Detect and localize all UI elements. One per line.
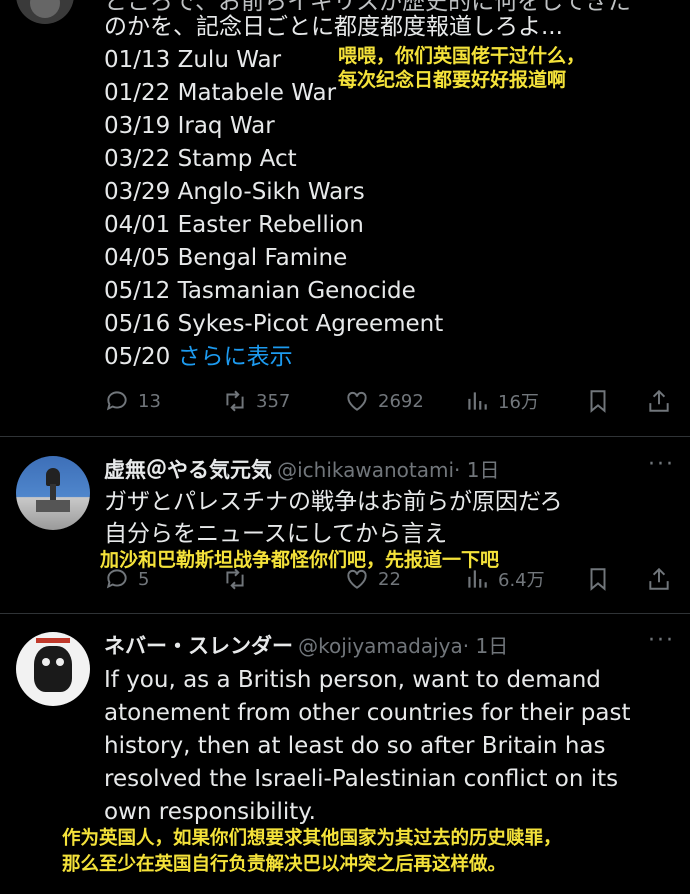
tweet-text-line: resolved the Israeli-Palestinian conflic… xyxy=(104,766,619,792)
display-name[interactable]: ネバー・スレンダー xyxy=(104,634,293,658)
event-item: 03/19 Iraq War xyxy=(104,113,275,139)
tweet-text-line: If you, as a British person, want to dem… xyxy=(104,667,601,693)
divider xyxy=(0,613,690,614)
event-item: 05/16 Sykes-Picot Agreement xyxy=(104,311,444,337)
bookmark-button[interactable] xyxy=(585,566,619,592)
tweet-header: ネバー・スレンダー @kojiyamadajya· 1日 xyxy=(104,630,508,660)
share-icon xyxy=(649,567,669,590)
tweet-text-line: ガザとパレスチナの戦争はお前らが原因だろ xyxy=(104,489,563,515)
event-item: 03/29 Anglo-Sikh Wars xyxy=(104,179,365,205)
tweet-body: If you, as a British person, want to dem… xyxy=(104,664,631,829)
subtitle-line: 那么至少在英国自行负责解决巴以冲突之后再这样做。 xyxy=(62,854,507,875)
bookmark-button[interactable] xyxy=(585,388,619,414)
display-name[interactable]: 虚無＠やる気元気 xyxy=(104,458,272,482)
user-handle[interactable]: @kojiyamadajya xyxy=(298,634,463,658)
views-button[interactable]: 16万 xyxy=(464,388,539,414)
event-item: 04/05 Bengal Famine xyxy=(104,245,348,271)
like-count: 2692 xyxy=(378,390,424,412)
reply-icon xyxy=(106,391,127,411)
like-icon xyxy=(347,391,367,411)
event-date: 05/20 xyxy=(104,344,171,370)
tweet-header: 虚無＠やる気元気 @ichikawanotami· 1日 xyxy=(104,454,499,484)
reply-count: 13 xyxy=(138,390,161,412)
retweet-button[interactable]: 357 xyxy=(222,388,290,414)
timestamp[interactable]: · 1日 xyxy=(454,458,499,482)
subtitle-tweet-2: 加沙和巴勒斯坦战争都怪你们吧，先报道一下吧 xyxy=(100,549,500,571)
more-icon[interactable]: ··· xyxy=(648,452,675,477)
more-icon[interactable]: ··· xyxy=(648,628,675,653)
tweet-text-line: atonement from other countries for their… xyxy=(104,700,631,726)
timestamp[interactable]: · 1日 xyxy=(463,634,508,658)
retweet-count: 357 xyxy=(256,390,291,412)
like-button[interactable]: 2692 xyxy=(344,388,424,414)
subtitle-line: 喂喂，你们英国佬干过什么， xyxy=(338,45,586,67)
subtitle-line: 每次纪念日都要好好报道啊 xyxy=(338,69,567,91)
subtitle-tweet-1: 喂喂，你们英国佬干过什么， 每次纪念日都要好好报道啊 xyxy=(338,44,585,92)
views-icon xyxy=(468,392,487,410)
avatar[interactable] xyxy=(16,632,90,706)
subtitle-tweet-3: 作为英国人，如果你们想要求其他国家为其过去的历史赎罪， 那么至少在英国自行负责解… xyxy=(62,826,562,878)
bookmark-icon xyxy=(590,568,606,591)
avatar[interactable] xyxy=(16,0,74,24)
event-item: 03/22 Stamp Act xyxy=(104,146,297,172)
event-item: 05/12 Tasmanian Genocide xyxy=(104,278,416,304)
bookmark-icon xyxy=(590,390,606,413)
event-list: 01/13 Zulu War 01/22 Matabele War 03/19 … xyxy=(104,44,443,374)
divider xyxy=(0,436,690,437)
reply-button[interactable]: 13 xyxy=(104,388,161,414)
share-button[interactable] xyxy=(646,388,680,414)
event-item-last: 05/20 さらに表示 xyxy=(104,341,443,374)
event-item: 04/01 Easter Rebellion xyxy=(104,212,364,238)
retweet-icon xyxy=(226,390,244,412)
tweet-text-line: own responsibility. xyxy=(104,799,316,825)
share-button[interactable] xyxy=(646,566,680,592)
show-more-link[interactable]: さらに表示 xyxy=(178,344,293,370)
avatar[interactable] xyxy=(16,456,90,530)
tweet-text-line: history, then at least do so after Brita… xyxy=(104,733,606,759)
tweet-text-intro: のかを、記念日ごとに都度都度報道しろよ... xyxy=(104,14,563,40)
views-count: 16万 xyxy=(498,392,539,413)
subtitle-line: 作为英国人，如果你们想要求其他国家为其过去的历史赎罪， xyxy=(62,828,562,849)
share-icon xyxy=(649,389,669,412)
views-count: 6.4万 xyxy=(498,570,545,591)
user-handle[interactable]: @ichikawanotami xyxy=(277,458,454,482)
